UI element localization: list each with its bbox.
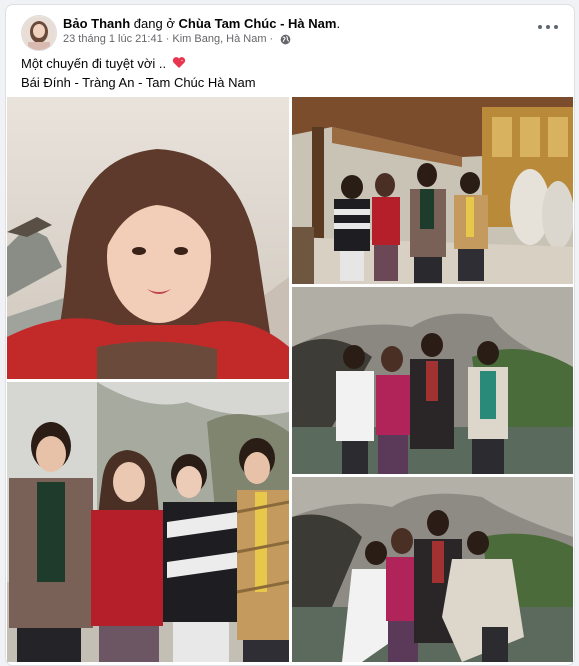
timestamp-link[interactable]: 23 tháng 1 lúc 21:41 [63, 33, 163, 45]
post-meta: 23 tháng 1 lúc 21:41 · Kim Bang, Hà Nam … [63, 33, 291, 45]
selfie-photo[interactable] [7, 97, 289, 379]
place-link[interactable]: Kim Bang, Hà Nam [172, 33, 266, 45]
globe-icon [280, 34, 291, 45]
location-suffix: . [336, 16, 341, 31]
family-group-photo[interactable] [7, 382, 289, 662]
author-name[interactable]: Bảo Thanh [63, 16, 130, 31]
author-line: Bảo Thanh đang ở Chùa Tam Chúc - Hà Nam. [63, 16, 340, 31]
avatar[interactable] [21, 15, 57, 51]
temple-corridor-photo[interactable] [292, 97, 573, 284]
location-link[interactable]: Chùa Tam Chúc - Hà Nam [178, 16, 336, 31]
caption-line-1: Một chuyến đi tuyệt vời .. [21, 56, 167, 71]
post-caption: Một chuyến đi tuyệt vời .. Bái Đính - Tr… [21, 55, 256, 92]
post-card: Bảo Thanh đang ở Chùa Tam Chúc - Hà Nam.… [5, 4, 575, 666]
meta-separator: · [269, 33, 274, 45]
meta-separator: · [165, 33, 170, 45]
more-options-icon[interactable] [538, 21, 558, 33]
group-hug-photo[interactable] [292, 477, 573, 662]
checkin-connector: đang ở [133, 16, 175, 31]
cliff-lake-photo[interactable] [292, 287, 573, 474]
heart-icon [172, 56, 186, 74]
caption-line-2: Bái Đính - Tràng An - Tam Chúc Hà Nam [21, 74, 256, 90]
